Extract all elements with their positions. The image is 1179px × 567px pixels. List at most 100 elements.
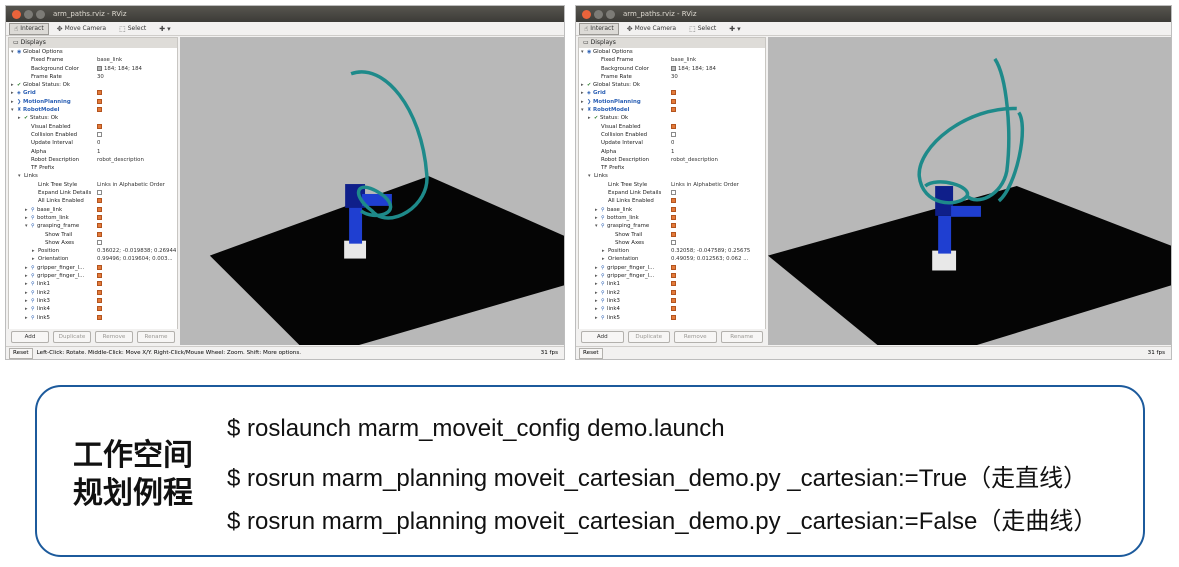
tree-row[interactable]: ▸ ❯ MotionPlanning <box>9 98 177 106</box>
checkbox[interactable] <box>97 197 102 205</box>
tree-row[interactable]: ▾ Links <box>9 172 177 180</box>
select-tool-button[interactable]: ⬚ Select <box>114 23 151 35</box>
tree-row[interactable]: Link Tree Style Links in Alphabetic Order <box>579 181 765 189</box>
checkbox-checked-icon[interactable] <box>671 306 676 312</box>
3d-viewport[interactable] <box>768 37 1171 345</box>
tree-row[interactable]: ▸ ⚲ link2 <box>9 289 177 297</box>
tree-row[interactable]: ▸ ✔ Global Status: Ok <box>579 81 765 89</box>
tree-row[interactable]: ▸ Orientation 0.49059; 0.012563; 0.062 ... <box>579 255 765 263</box>
tree-row[interactable]: Robot Description robot_description <box>9 156 177 164</box>
tree-row[interactable]: ▸ ⚲ bottom_link <box>579 214 765 222</box>
tree-row[interactable]: Expand Link Details <box>9 189 177 197</box>
checkbox[interactable] <box>97 280 102 288</box>
checkbox-checked-icon[interactable] <box>97 223 102 229</box>
tree-row[interactable]: ▸ Position 0.36022; -0.019838; 0.26944 <box>9 247 177 255</box>
tree-row[interactable]: ▸ Orientation 0.99496; 0.019604; 0.003... <box>9 255 177 263</box>
checkbox-checked-icon[interactable] <box>671 206 676 212</box>
tree-row[interactable]: ▸ ◈ Grid <box>579 89 765 97</box>
checkbox[interactable] <box>671 314 676 322</box>
close-icon[interactable] <box>582 9 591 19</box>
tree-row[interactable]: ▸ ⚲ link3 <box>579 297 765 305</box>
tree-row[interactable]: Collision Enabled <box>579 131 765 139</box>
checkbox[interactable] <box>671 272 676 280</box>
checkbox[interactable] <box>97 123 102 131</box>
checkbox[interactable] <box>671 297 676 305</box>
tree-row[interactable]: Show Axes <box>9 239 177 247</box>
checkbox-checked-icon[interactable] <box>671 198 676 204</box>
checkbox-unchecked-icon[interactable] <box>671 190 676 196</box>
tree-row[interactable]: TF Prefix <box>579 164 765 172</box>
tree-row[interactable]: ▸ ⚲ link4 <box>9 305 177 313</box>
tree-row[interactable]: Frame Rate 30 <box>579 73 765 81</box>
checkbox-checked-icon[interactable] <box>671 214 676 220</box>
tree-row[interactable]: Robot Description robot_description <box>579 156 765 164</box>
tree-row[interactable]: ▸ ⚲ link5 <box>579 314 765 322</box>
checkbox-unchecked-icon[interactable] <box>97 131 102 137</box>
checkbox-checked-icon[interactable] <box>671 281 676 287</box>
checkbox-checked-icon[interactable] <box>97 281 102 287</box>
reset-button[interactable]: Reset <box>9 347 33 359</box>
checkbox-checked-icon[interactable] <box>671 314 676 320</box>
duplicate-button[interactable]: Duplicate <box>627 331 670 343</box>
checkbox[interactable] <box>671 98 676 106</box>
tree-row[interactable]: Fixed Frame base_link <box>579 56 765 64</box>
tree-row[interactable]: ▸ ◈ Grid <box>9 89 177 97</box>
checkbox-checked-icon[interactable] <box>97 107 102 113</box>
tree-row[interactable]: ▸ ⚲ link5 <box>9 314 177 322</box>
checkbox[interactable] <box>97 206 102 214</box>
checkbox[interactable] <box>97 314 102 322</box>
remove-button[interactable]: Remove <box>95 331 133 343</box>
checkbox-checked-icon[interactable] <box>671 297 676 303</box>
add-tool-button[interactable]: ✚ ▾ <box>724 23 745 35</box>
checkbox[interactable] <box>671 239 676 247</box>
3d-viewport[interactable] <box>180 37 564 345</box>
checkbox[interactable] <box>97 131 102 139</box>
checkbox[interactable] <box>671 264 676 272</box>
checkbox[interactable] <box>671 189 676 197</box>
checkbox-unchecked-icon[interactable] <box>671 131 676 137</box>
tree-row[interactable]: ▸ ⚲ gripper_finger_l... <box>9 272 177 280</box>
duplicate-button[interactable]: Duplicate <box>53 331 91 343</box>
checkbox-checked-icon[interactable] <box>97 198 102 204</box>
tree-row[interactable]: ▸ ⚲ gripper_finger_l... <box>9 264 177 272</box>
checkbox-checked-icon[interactable] <box>671 90 676 96</box>
checkbox[interactable] <box>97 297 102 305</box>
tree-row[interactable]: Visual Enabled <box>579 123 765 131</box>
checkbox-checked-icon[interactable] <box>671 273 676 279</box>
minimize-icon[interactable] <box>24 9 33 19</box>
remove-button[interactable]: Remove <box>674 331 717 343</box>
checkbox-checked-icon[interactable] <box>671 223 676 229</box>
tree-row[interactable]: ▸ Position 0.32058; -0.047589; 0.25675 <box>579 247 765 255</box>
checkbox[interactable] <box>97 289 102 297</box>
tree-row[interactable]: ▾ ⚲ grasping_frame <box>9 222 177 230</box>
checkbox-unchecked-icon[interactable] <box>97 190 102 196</box>
checkbox[interactable] <box>671 289 676 297</box>
checkbox[interactable] <box>97 264 102 272</box>
add-button[interactable]: Add <box>581 331 624 343</box>
checkbox-checked-icon[interactable] <box>97 273 102 279</box>
tree-row[interactable]: Collision Enabled <box>9 131 177 139</box>
tree-row[interactable]: ▸ ✔ Status: Ok <box>9 114 177 122</box>
checkbox-checked-icon[interactable] <box>97 306 102 312</box>
add-button[interactable]: Add <box>11 331 49 343</box>
tree-row[interactable]: Update Interval 0 <box>579 139 765 147</box>
checkbox-checked-icon[interactable] <box>97 289 102 295</box>
tree-row[interactable]: ▸ ⚲ link1 <box>579 280 765 288</box>
checkbox-checked-icon[interactable] <box>97 206 102 212</box>
tree-row[interactable]: ▾ ◉ Global Options <box>579 48 765 56</box>
move-camera-tool-button[interactable]: ✥ Move Camera <box>622 23 681 35</box>
maximize-icon[interactable] <box>36 9 45 19</box>
checkbox[interactable] <box>97 231 102 239</box>
checkbox-checked-icon[interactable] <box>671 289 676 295</box>
checkbox-checked-icon[interactable] <box>97 297 102 303</box>
tree-row[interactable]: TF Prefix <box>9 164 177 172</box>
checkbox[interactable] <box>97 98 102 106</box>
checkbox[interactable] <box>97 106 102 114</box>
checkbox[interactable] <box>97 305 102 313</box>
checkbox[interactable] <box>97 189 102 197</box>
checkbox[interactable] <box>671 106 676 114</box>
checkbox-checked-icon[interactable] <box>671 123 676 129</box>
checkbox[interactable] <box>97 239 102 247</box>
tree-row[interactable]: Background Color 184; 184; 184 <box>9 65 177 73</box>
checkbox[interactable] <box>97 89 102 97</box>
